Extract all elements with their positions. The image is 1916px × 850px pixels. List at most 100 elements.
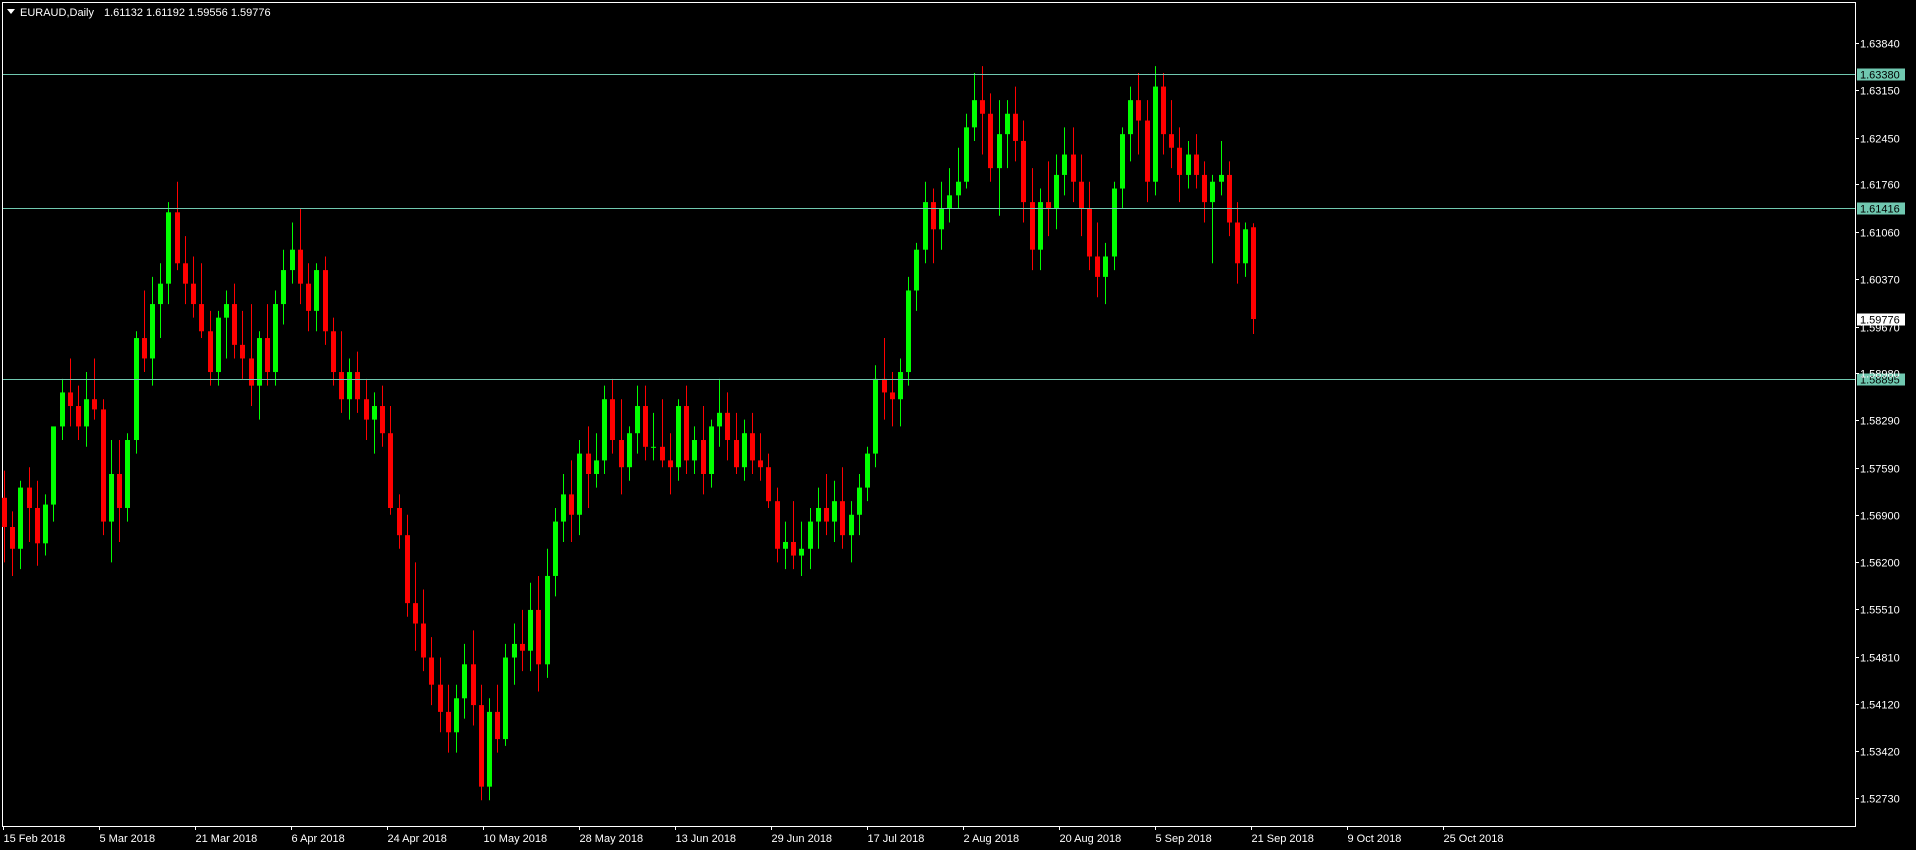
bull-candle-body <box>528 609 533 651</box>
bull-candle-body <box>18 487 23 549</box>
y-tick-label: 1.61060 <box>1860 228 1900 240</box>
bull-candle-body <box>832 501 837 522</box>
bull-candle-body <box>865 453 870 488</box>
bear-candle-body <box>988 113 993 169</box>
bull-candle-body <box>717 412 722 427</box>
bear-candle-body <box>882 378 887 393</box>
price-chart[interactable]: 1.633801.614161.58895 1.638401.631501.62… <box>0 0 1916 850</box>
bull-candle-body <box>545 575 550 665</box>
bear-candle-body <box>438 684 443 712</box>
bull-candle-body <box>290 249 295 271</box>
y-tick-label: 1.63150 <box>1860 86 1900 98</box>
bear-candle-body <box>1251 227 1256 320</box>
bear-candle-body <box>1021 140 1026 203</box>
x-tick-label: 5 Mar 2018 <box>100 833 156 845</box>
y-tick-label: 1.58290 <box>1860 416 1900 428</box>
bull-candle-body <box>561 494 566 522</box>
ohlc-label: 1.61132 1.61192 1.59556 1.59776 <box>104 7 271 19</box>
bear-candle-body <box>1161 86 1166 135</box>
bear-candle-body <box>1136 100 1141 121</box>
bear-candle-body <box>175 212 180 264</box>
bear-candle-body <box>536 609 541 665</box>
bull-candle-body <box>224 304 229 318</box>
bull-candle-body <box>635 406 640 434</box>
bear-candle-body <box>750 433 755 461</box>
bull-candle-body <box>808 521 813 549</box>
bear-candle-body <box>758 460 763 468</box>
bull-candle-body <box>109 473 114 522</box>
bear-candle-body <box>1095 256 1100 277</box>
y-tick-label: 1.54120 <box>1860 700 1900 712</box>
bear-candle-body <box>725 412 730 441</box>
x-tick-label: 20 Aug 2018 <box>1060 833 1122 845</box>
x-tick-label: 15 Feb 2018 <box>4 833 66 845</box>
bull-candle-body <box>799 548 804 556</box>
bull-candle-body <box>512 643 517 658</box>
bull-candle-body <box>1054 174 1059 209</box>
bear-candle-body <box>643 406 648 447</box>
bear-candle-body <box>364 399 369 420</box>
bear-candle-body <box>101 409 106 522</box>
x-tick-label: 2 Aug 2018 <box>964 833 1020 845</box>
bull-candle-body <box>1038 202 1043 250</box>
bear-candle-body <box>2 497 7 528</box>
bear-candle-body <box>199 304 204 332</box>
x-tick-label: 5 Sep 2018 <box>1156 833 1212 845</box>
bear-candle-body <box>1235 222 1240 264</box>
x-tick-label: 24 Apr 2018 <box>388 833 447 845</box>
bear-candle-body <box>610 399 615 441</box>
bull-candle-body <box>314 270 319 311</box>
bear-candle-body <box>405 535 410 604</box>
bear-candle-body <box>413 603 418 624</box>
bear-candle-body <box>355 372 360 400</box>
y-tick-label: 1.57590 <box>1860 464 1900 476</box>
x-tick-label: 6 Apr 2018 <box>292 833 345 845</box>
bear-candle-body <box>684 406 689 461</box>
level-price-label: 1.61416 <box>1860 204 1900 216</box>
bear-candle-body <box>208 331 213 373</box>
bull-candle-body <box>956 181 961 196</box>
bear-candle-body <box>191 283 196 305</box>
bear-candle-body <box>1227 174 1232 223</box>
bull-candle-body <box>709 426 714 474</box>
bear-candle-body <box>249 358 254 386</box>
bear-candle-body <box>586 453 591 474</box>
bear-candle-body <box>240 344 245 359</box>
bull-candle-body <box>997 134 1002 169</box>
bull-candle-body <box>594 460 599 474</box>
bear-candle-body <box>471 664 476 706</box>
bull-candle-body <box>125 440 130 508</box>
bear-candle-body <box>306 283 311 311</box>
bull-candle-body <box>1120 134 1125 189</box>
x-tick-label: 21 Mar 2018 <box>196 833 258 845</box>
bear-candle-body <box>824 507 829 522</box>
bear-candle-body <box>323 270 328 332</box>
bull-candle-body <box>43 504 48 544</box>
x-tick-label: 10 May 2018 <box>484 833 548 845</box>
bull-candle-body <box>939 208 944 230</box>
bear-candle-body <box>980 100 985 114</box>
bull-candle-body <box>1128 100 1133 135</box>
bull-candle-body <box>347 372 352 400</box>
bear-candle-body <box>479 705 484 787</box>
bear-candle-body <box>388 433 393 508</box>
bull-candle-body <box>577 453 582 515</box>
bear-candle-body <box>421 623 426 658</box>
y-tick-label: 1.62450 <box>1860 134 1900 146</box>
bear-candle-body <box>183 263 188 284</box>
x-tick-label: 13 Jun 2018 <box>676 833 737 845</box>
bear-candle-body <box>331 331 336 373</box>
bear-candle-body <box>1013 113 1018 141</box>
bull-candle-body <box>627 433 632 468</box>
bull-candle-body <box>216 317 221 373</box>
bull-candle-body <box>372 406 377 420</box>
y-tick-label: 1.63840 <box>1860 39 1900 51</box>
bear-candle-body <box>668 460 673 468</box>
bull-candle-body <box>742 433 747 468</box>
bear-candle-body <box>298 249 303 284</box>
x-tick-label: 28 May 2018 <box>580 833 644 845</box>
bear-candle-body <box>92 399 97 410</box>
bull-candle-body <box>972 100 977 128</box>
bull-candle-body <box>257 338 262 386</box>
bull-candle-body <box>1186 154 1191 175</box>
